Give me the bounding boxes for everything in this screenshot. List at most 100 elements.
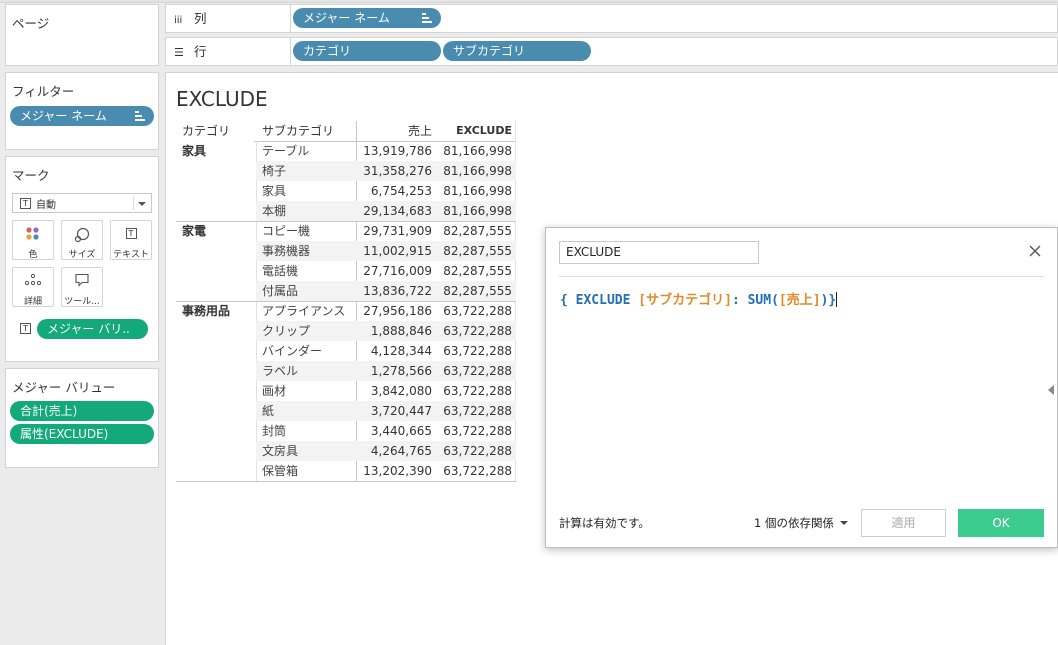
exclude-cell[interactable]: 63,722,288: [436, 301, 516, 321]
formula-editor[interactable]: { EXCLUDE [サブカテゴリ]: SUM([売上])}: [560, 289, 838, 308]
sales-cell[interactable]: 1,278,566: [356, 361, 436, 381]
subcategory-cell[interactable]: アプライアンス: [256, 301, 356, 321]
subcategory-cell[interactable]: クリップ: [256, 321, 356, 341]
header-subcategory[interactable]: サブカテゴリ: [262, 121, 334, 141]
sales-cell[interactable]: 3,720,447: [356, 401, 436, 421]
exclude-cell[interactable]: 82,287,555: [436, 221, 516, 241]
exclude-cell[interactable]: 63,722,288: [436, 321, 516, 341]
subcategory-cell[interactable]: 画材: [256, 381, 356, 401]
category-cell[interactable]: [176, 421, 254, 441]
measure-pill-sum-sales[interactable]: 合計(売上): [10, 401, 154, 421]
subcategory-cell[interactable]: 電話機: [256, 261, 356, 281]
rows-shelf[interactable]: ☰ 行 カテゴリ サブカテゴリ: [165, 37, 1058, 66]
apply-button[interactable]: 適用: [861, 509, 946, 537]
subcategory-cell[interactable]: 紙: [256, 401, 356, 421]
subcategory-cell[interactable]: コピー機: [256, 221, 356, 241]
header-sales[interactable]: 売上: [356, 121, 432, 141]
category-cell[interactable]: [176, 361, 254, 381]
sales-cell[interactable]: 13,836,722: [356, 281, 436, 301]
rows-pill-category[interactable]: カテゴリ: [293, 41, 441, 61]
exclude-cell[interactable]: 82,287,555: [436, 261, 516, 281]
subcategory-cell[interactable]: テーブル: [256, 141, 356, 161]
size-button[interactable]: サイズ: [61, 220, 103, 260]
columns-pill-measure-names[interactable]: メジャー ネーム: [293, 8, 441, 28]
sales-cell[interactable]: 6,754,253: [356, 181, 436, 201]
dialog-separator: [559, 276, 1044, 277]
tooltip-button[interactable]: ツール...: [61, 267, 103, 307]
close-icon[interactable]: [1027, 243, 1043, 259]
subcategory-cell[interactable]: 事務機器: [256, 241, 356, 261]
pages-card[interactable]: ページ: [5, 4, 159, 66]
exclude-cell[interactable]: 63,722,288: [436, 401, 516, 421]
sales-cell[interactable]: 29,731,909: [356, 221, 436, 241]
filter-pill-measure-names[interactable]: メジャー ネーム: [10, 106, 154, 126]
columns-shelf[interactable]: iii 列 メジャー ネーム: [165, 4, 1058, 33]
category-cell[interactable]: [176, 181, 254, 201]
category-cell[interactable]: 事務用品: [176, 301, 254, 321]
subcategory-cell[interactable]: 本棚: [256, 201, 356, 221]
subcategory-cell[interactable]: 付属品: [256, 281, 356, 301]
category-cell[interactable]: [176, 261, 254, 281]
category-cell[interactable]: [176, 441, 254, 461]
header-exclude[interactable]: EXCLUDE: [436, 121, 512, 141]
sales-cell[interactable]: 27,716,009: [356, 261, 436, 281]
sales-cell[interactable]: 29,134,683: [356, 201, 436, 221]
subcategory-cell[interactable]: 保管箱: [256, 461, 356, 481]
subcategory-cell[interactable]: 封筒: [256, 421, 356, 441]
subcategory-cell[interactable]: 文房具: [256, 441, 356, 461]
category-cell[interactable]: [176, 381, 254, 401]
ok-button[interactable]: OK: [958, 509, 1044, 537]
header-category[interactable]: カテゴリ: [182, 121, 230, 141]
subcategory-cell[interactable]: バインダー: [256, 341, 356, 361]
category-cell[interactable]: 家電: [176, 221, 254, 241]
category-cell[interactable]: 家具: [176, 141, 254, 161]
exclude-cell[interactable]: 63,722,288: [436, 461, 516, 481]
measure-pill-attr-exclude[interactable]: 属性(EXCLUDE): [10, 424, 154, 444]
sales-cell[interactable]: 27,956,186: [356, 301, 436, 321]
detail-button[interactable]: 詳細: [12, 267, 54, 307]
sales-cell[interactable]: 31,358,276: [356, 161, 436, 181]
filters-card[interactable]: フィルター メジャー ネーム: [5, 72, 159, 150]
table-row: 事務機器 11,002,915 82,287,555: [176, 241, 516, 261]
color-button[interactable]: 色: [12, 220, 54, 260]
subcategory-cell[interactable]: 家具: [256, 181, 356, 201]
sales-cell[interactable]: 11,002,915: [356, 241, 436, 261]
subcategory-cell[interactable]: ラベル: [256, 361, 356, 381]
category-cell[interactable]: [176, 401, 254, 421]
exclude-cell[interactable]: 81,166,998: [436, 201, 516, 221]
rows-pill-subcategory[interactable]: サブカテゴリ: [443, 41, 591, 61]
marks-pill-measure-values[interactable]: メジャー バリ..: [37, 319, 148, 339]
exclude-cell[interactable]: 63,722,288: [436, 421, 516, 441]
category-cell[interactable]: [176, 161, 254, 181]
sales-cell[interactable]: 13,919,786: [356, 141, 436, 161]
category-cell[interactable]: [176, 321, 254, 341]
sales-cell[interactable]: 1,888,846: [356, 321, 436, 341]
exclude-cell[interactable]: 63,722,288: [436, 381, 516, 401]
table-row: 本棚 29,134,683 81,166,998: [176, 201, 516, 221]
exclude-cell[interactable]: 81,166,998: [436, 181, 516, 201]
sales-cell[interactable]: 4,128,344: [356, 341, 436, 361]
sales-cell[interactable]: 13,202,390: [356, 461, 436, 481]
mark-type-dropdown[interactable]: T 自動: [12, 193, 152, 213]
category-cell[interactable]: [176, 341, 254, 361]
subcategory-cell[interactable]: 椅子: [256, 161, 356, 181]
sales-cell[interactable]: 3,842,080: [356, 381, 436, 401]
sales-cell[interactable]: 3,440,665: [356, 421, 436, 441]
category-cell[interactable]: [176, 201, 254, 221]
exclude-cell[interactable]: 63,722,288: [436, 441, 516, 461]
exclude-cell[interactable]: 63,722,288: [436, 361, 516, 381]
exclude-cell[interactable]: 82,287,555: [436, 281, 516, 301]
collapse-arrow-icon[interactable]: [1048, 385, 1054, 395]
category-cell[interactable]: [176, 461, 254, 481]
exclude-cell[interactable]: 63,722,288: [436, 341, 516, 361]
exclude-cell[interactable]: 81,166,998: [436, 141, 516, 161]
text-button[interactable]: T テキスト: [110, 220, 152, 260]
category-cell[interactable]: [176, 241, 254, 261]
category-cell[interactable]: [176, 281, 254, 301]
calc-name-input[interactable]: EXCLUDE: [559, 241, 759, 264]
exclude-cell[interactable]: 82,287,555: [436, 241, 516, 261]
dependencies-dropdown[interactable]: 1 個の依存関係: [754, 515, 848, 531]
view-title: EXCLUDE: [176, 87, 268, 111]
sales-cell[interactable]: 4,264,765: [356, 441, 436, 461]
exclude-cell[interactable]: 81,166,998: [436, 161, 516, 181]
